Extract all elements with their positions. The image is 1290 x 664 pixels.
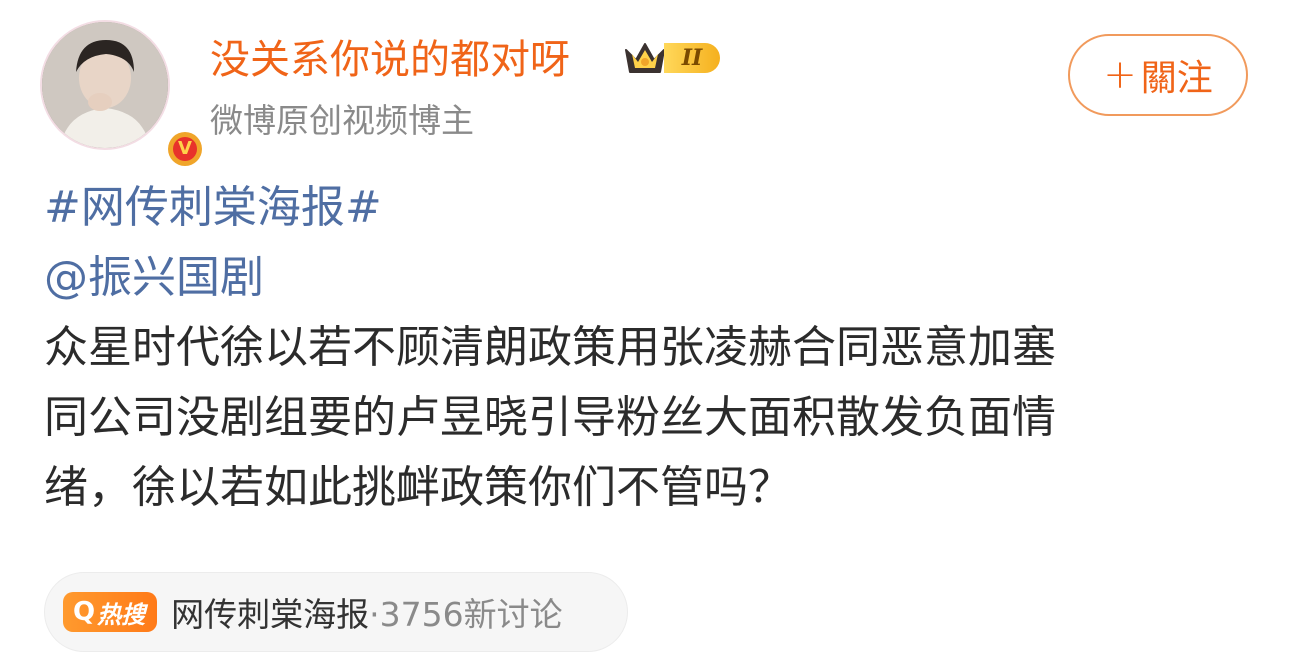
author-name[interactable]: 没关系你说的都对呀 (210, 34, 570, 86)
vip-level-text: II (664, 43, 720, 73)
post-text-line: 同公司没剧组要的卢昱晓引导粉丝大面积散发负面情 (44, 392, 1056, 443)
post-content: #网传刺棠海报# @振兴国剧 众星时代徐以若不顾清朗政策用张凌赫合同恶意加塞 同… (44, 180, 1254, 530)
topic-discussion-count: ·3756新讨论 (369, 595, 563, 634)
follow-button-label: 關注 (1140, 58, 1213, 99)
vip-level-badge[interactable]: II (622, 38, 720, 78)
search-icon: Q (73, 597, 96, 627)
follow-button[interactable]: + 關注 (1068, 34, 1248, 116)
plus-icon: + (1103, 52, 1137, 98)
topic-name: 网传刺棠海报 (171, 595, 370, 634)
verified-icon: V (164, 128, 206, 170)
author-description: 微博原创视频博主 (210, 101, 474, 140)
author-avatar-container[interactable]: V (40, 20, 206, 170)
hot-search-badge: Q 热搜 (63, 592, 158, 632)
hashtag-link[interactable]: #网传刺棠海报# (44, 180, 1254, 236)
post-text-line: 绪，徐以若如此挑衅政策你们不管吗？ (44, 462, 792, 513)
post-text-line: 众星时代徐以若不顾清朗政策用张凌赫合同恶意加塞 (44, 322, 1056, 373)
crown-icon (625, 43, 665, 73)
hot-search-label: 热搜 (97, 600, 146, 629)
avatar[interactable] (40, 20, 170, 150)
mention-link[interactable]: @振兴国剧 (44, 250, 1254, 306)
hot-search-topic-card[interactable]: Q 热搜 网传刺棠海报 ·3756新讨论 (44, 572, 628, 652)
verified-symbol: V (173, 137, 197, 161)
